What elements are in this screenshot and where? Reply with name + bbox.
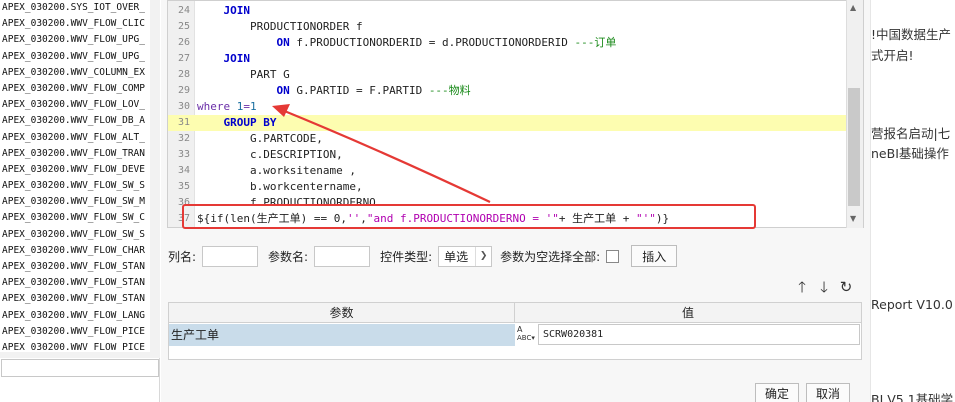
control-type-value: 单选: [444, 249, 469, 264]
value-column-header: 值: [515, 303, 861, 323]
dialog-footer: 确定 取消: [755, 383, 851, 402]
cancel-button[interactable]: 取消: [806, 383, 851, 402]
select-all-checkbox[interactable]: [606, 249, 620, 263]
param-toolbar: 🡑 🡓 ↻: [794, 278, 854, 296]
param-name-input[interactable]: [314, 245, 371, 267]
move-up-icon[interactable]: 🡑: [794, 278, 810, 296]
param-name-label: 参数名:: [268, 249, 309, 264]
ok-button[interactable]: 确定: [755, 383, 800, 402]
control-type-label: 控件类型:: [380, 249, 433, 264]
column-name-label: 列名:: [168, 249, 197, 264]
column-name-input[interactable]: [202, 245, 259, 267]
text-type-icon[interactable]: A ABC▾: [515, 324, 537, 346]
select-all-label: 参数为空选择全部:: [500, 249, 601, 264]
insert-button[interactable]: 插入: [631, 245, 678, 267]
param-value-input[interactable]: SCRW020381: [538, 324, 860, 345]
background-text: 式开启!: [871, 48, 914, 63]
chevron-down-icon: ❯: [475, 246, 491, 266]
param-column-header: 参数: [169, 303, 515, 323]
params-table: 参数 值 生产工单 A ABC▾ SCRW020381: [168, 302, 862, 360]
background-page: !中国数据生产 式开启! 营报名启动|七 neBI基础操作 Report V10.0 BI…: [870, 0, 955, 402]
refresh-icon[interactable]: ↻: [838, 278, 854, 296]
control-type-select[interactable]: 单选 ❯: [438, 245, 493, 267]
move-down-icon[interactable]: 🡓: [816, 278, 832, 296]
background-text: 营报名启动|七: [871, 126, 951, 141]
background-text: Report V10.0: [871, 297, 953, 312]
param-name-cell[interactable]: 生产工单: [169, 324, 515, 346]
param-form-row: 列名: 参数名: 控件类型: 单选 ❯ 参数为空选择全部: 插入: [168, 244, 678, 268]
background-text: neBI基础操作: [871, 146, 949, 161]
background-text: BI V5.1基础学: [871, 392, 954, 402]
background-text: !中国数据生产: [871, 27, 952, 42]
